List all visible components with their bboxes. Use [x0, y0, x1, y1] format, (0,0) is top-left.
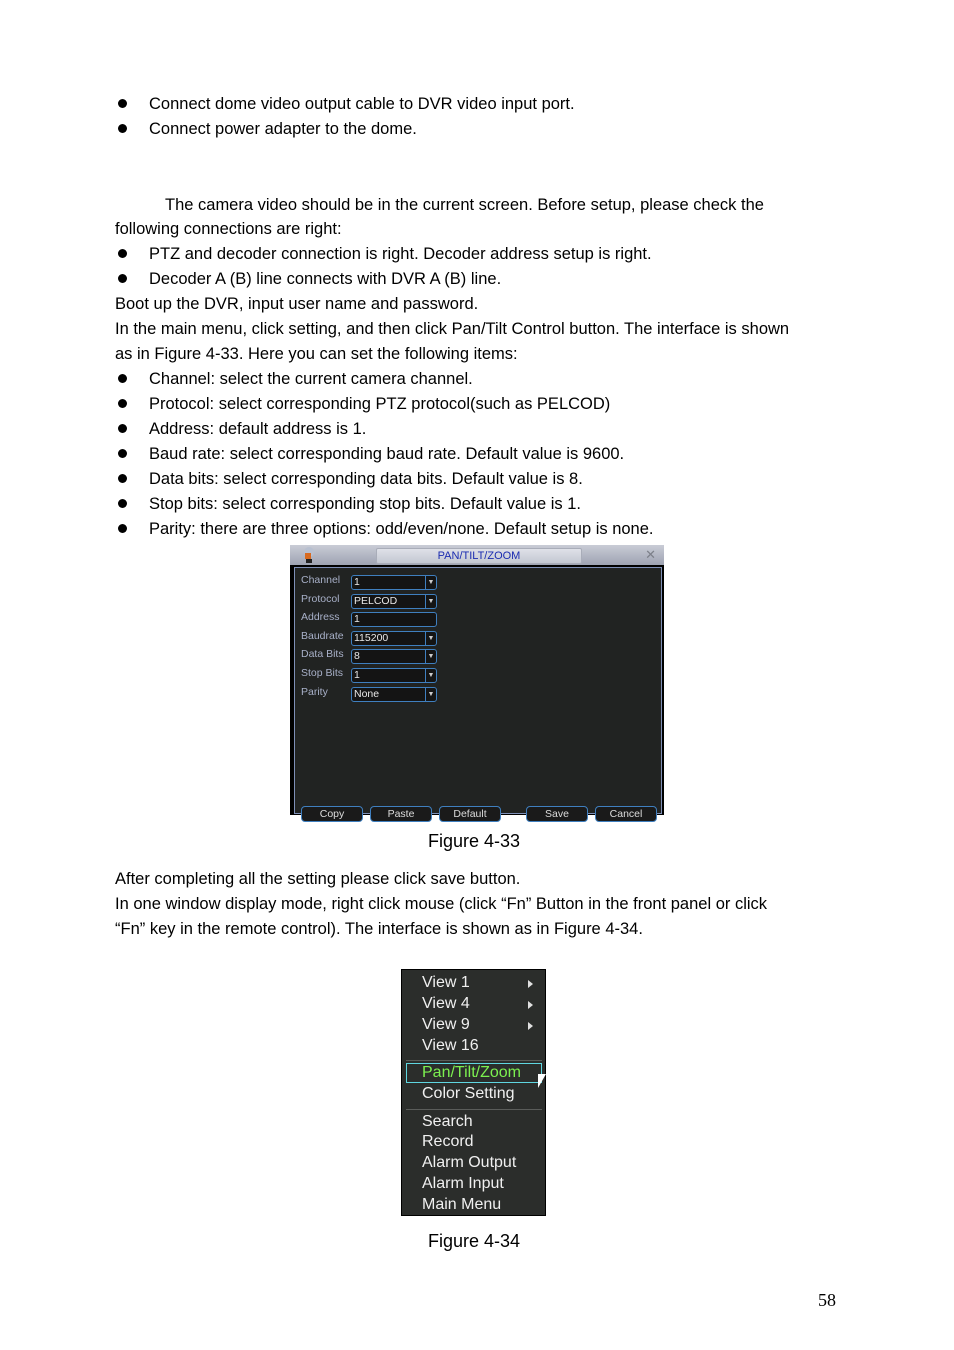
dropdown-arrow-icon[interactable]: ▼: [425, 669, 436, 682]
bullet-icon: [118, 449, 127, 458]
paste-button[interactable]: Paste: [370, 806, 432, 822]
channel-value: 1: [354, 576, 360, 588]
stop-bits-select[interactable]: 1 ▼: [351, 668, 437, 683]
bullet-icon: [118, 99, 127, 108]
bullet-text: Baud rate: select corresponding baud rat…: [149, 445, 625, 463]
parity-value: None: [354, 688, 380, 700]
paragraph-text: After completing all the setting please …: [115, 870, 521, 888]
dropdown-arrow-icon[interactable]: ▼: [425, 576, 436, 589]
copy-button[interactable]: Copy: [301, 806, 363, 822]
figure-caption: Figure 4-33: [428, 831, 521, 851]
paragraph-text: as in Figure 4-33. Here you can set the …: [115, 345, 518, 363]
menu-item-alarm-output[interactable]: Alarm Output: [422, 1153, 516, 1173]
data-bits-value: 8: [354, 650, 360, 662]
channel-select[interactable]: 1 ▼: [351, 575, 437, 590]
dialog-body: Channel 1 ▼ Protocol PELCOD ▼ Address 1 Ba…: [294, 567, 662, 822]
menu-item-main-menu[interactable]: Main Menu: [422, 1195, 501, 1215]
menu-item-view-4[interactable]: View 4: [422, 994, 470, 1014]
bullet-text: Channel: select the current camera chann…: [149, 370, 473, 388]
field-label-stop-bits: Stop Bits: [301, 667, 344, 679]
menu-item-search[interactable]: Search: [422, 1112, 473, 1132]
bullet-text: Data bits: select corresponding data bit…: [149, 470, 583, 488]
field-label-parity: Parity: [301, 686, 328, 698]
dropdown-arrow-icon[interactable]: ▼: [425, 650, 436, 663]
save-button[interactable]: Save: [526, 806, 588, 822]
field-label-channel: Channel: [301, 574, 341, 586]
menu-separator: [406, 1060, 542, 1061]
ptz-dialog: PAN/TILT/ZOOM ✕ Channel 1 ▼ Protocol PELC…: [290, 545, 664, 822]
field-label-address: Address: [301, 611, 340, 623]
submenu-arrow-icon: [528, 1022, 533, 1030]
bullet-icon: [118, 124, 127, 133]
bullet-text: Address: default address is 1.: [149, 420, 367, 438]
field-label-data-bits: Data Bits: [301, 648, 344, 660]
menu-item-alarm-input[interactable]: Alarm Input: [422, 1174, 504, 1194]
bullet-text: PTZ and decoder connection is right. Dec…: [149, 245, 652, 263]
bullet-icon: [118, 424, 127, 433]
field-label-protocol: Protocol: [301, 593, 340, 605]
baudrate-select[interactable]: 115200 ▼: [351, 631, 437, 646]
dropdown-arrow-icon[interactable]: ▼: [425, 632, 436, 645]
paragraph-text: The camera video should be in the curren…: [165, 196, 764, 214]
bullet-text: Decoder A (B) line connects with DVR A (…: [149, 270, 502, 288]
field-label-baudrate: Baudrate: [301, 630, 344, 642]
menu-separator: [406, 1109, 542, 1110]
data-bits-select[interactable]: 8 ▼: [351, 649, 437, 664]
menu-item-view-9[interactable]: View 9: [422, 1015, 470, 1035]
menu-item-record[interactable]: Record: [422, 1132, 474, 1152]
bullet-icon: [118, 274, 127, 283]
bullet-text: Parity: there are three options: odd/eve…: [149, 520, 654, 538]
dropdown-arrow-icon[interactable]: ▼: [425, 688, 436, 701]
dialog-titlebar: PAN/TILT/ZOOM ✕: [290, 545, 664, 565]
default-button[interactable]: Default: [439, 806, 501, 822]
page-number: 58: [818, 1290, 836, 1310]
protocol-select[interactable]: PELCOD ▼: [351, 594, 437, 609]
menu-item-view-1[interactable]: View 1: [422, 973, 470, 993]
bullet-text: Stop bits: select corresponding stop bit…: [149, 495, 581, 513]
submenu-arrow-icon: [528, 980, 533, 988]
close-icon[interactable]: ✕: [645, 547, 656, 563]
paragraph-text: following connections are right:: [115, 220, 342, 238]
bullet-text: Connect power adapter to the dome.: [149, 120, 417, 138]
bullet-icon: [118, 474, 127, 483]
camera-logo-icon: [304, 547, 314, 563]
parity-select[interactable]: None ▼: [351, 687, 437, 702]
bullet-icon: [118, 374, 127, 383]
bullet-icon: [118, 524, 127, 533]
cancel-button[interactable]: Cancel: [595, 806, 657, 822]
menu-item-pan-tilt-zoom[interactable]: Pan/Tilt/Zoom: [422, 1063, 521, 1083]
dropdown-arrow-icon[interactable]: ▼: [425, 595, 436, 608]
menu-item-view-16[interactable]: View 16: [422, 1036, 479, 1056]
address-input[interactable]: 1: [351, 612, 437, 627]
protocol-value: PELCOD: [354, 595, 398, 607]
submenu-arrow-icon: [528, 1001, 533, 1009]
dialog-title: PAN/TILT/ZOOM: [376, 548, 582, 564]
bullet-icon: [118, 399, 127, 408]
paragraph-text: In the main menu, click setting, and the…: [115, 320, 790, 338]
paragraph-text: Boot up the DVR, input user name and pas…: [115, 295, 479, 313]
baudrate-value: 115200: [354, 632, 389, 644]
context-menu: View 1 View 4 View 9 View 16 Pan/Tilt/Zo…: [401, 969, 546, 1216]
address-value: 1: [354, 613, 360, 625]
stop-bits-value: 1: [354, 669, 360, 681]
paragraph-text: In one window display mode, right click …: [115, 895, 768, 913]
paragraph-text: “Fn” key in the remote control). The int…: [115, 920, 643, 938]
menu-item-color-setting[interactable]: Color Setting: [422, 1084, 515, 1104]
bullet-icon: [118, 249, 127, 258]
mouse-cursor-icon: [538, 1074, 546, 1088]
bullet-text: Connect dome video output cable to DVR v…: [149, 95, 575, 113]
bullet-icon: [118, 499, 127, 508]
figure-caption: Figure 4-34: [428, 1231, 521, 1251]
bullet-text: Protocol: select corresponding PTZ proto…: [149, 395, 611, 413]
